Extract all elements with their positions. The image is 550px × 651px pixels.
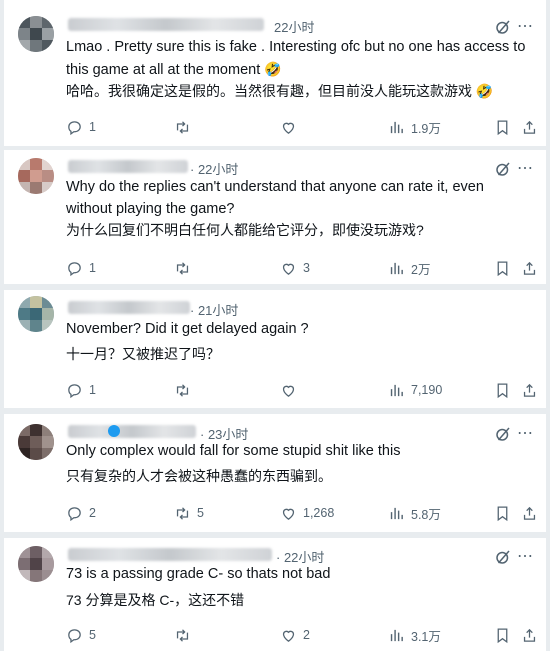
rofl-emoji: 🤣: [475, 83, 494, 99]
reply-icon: [66, 627, 83, 644]
avatar[interactable]: [18, 546, 54, 582]
share-icon: [521, 505, 538, 522]
repost-icon: [174, 382, 191, 399]
verified-badge-icon: [108, 425, 120, 437]
avatar[interactable]: [18, 296, 54, 332]
bookmark-icon: [494, 627, 511, 644]
reply-text: November? Did it get delayed again ?: [66, 321, 309, 337]
username-blurred[interactable]: [68, 160, 188, 173]
views-button[interactable]: 1.9万: [388, 117, 441, 137]
repost-button[interactable]: [174, 117, 197, 137]
bookmark-icon: [494, 260, 511, 277]
bar-chart-icon: [388, 260, 405, 277]
reply-button[interactable]: 1: [66, 380, 96, 400]
bar-chart-icon: [388, 627, 405, 644]
bookmark-button[interactable]: [494, 117, 511, 137]
reply-icon: [66, 260, 83, 277]
timestamp[interactable]: · 21小时: [190, 300, 238, 319]
views-button[interactable]: 3.1万: [388, 625, 441, 645]
repost-icon: [174, 505, 191, 522]
heart-icon: [280, 382, 297, 399]
share-button[interactable]: [521, 625, 538, 645]
like-button[interactable]: [280, 380, 303, 400]
more-options-icon[interactable]: ⋯: [517, 16, 534, 36]
bookmark-icon: [494, 119, 511, 136]
reply-icon: [66, 505, 83, 522]
reply-post-5[interactable]: · 22小时 ⋯ 73 is a passing grade C- so tha…: [4, 538, 546, 651]
reply-button[interactable]: 2: [66, 503, 96, 523]
username-blurred[interactable]: [68, 425, 196, 438]
heart-icon: [280, 260, 297, 277]
like-button[interactable]: 1,268: [280, 503, 334, 523]
avatar[interactable]: [18, 158, 54, 194]
action-bar: 1 1.9万: [66, 117, 532, 137]
share-button[interactable]: [521, 258, 538, 278]
repost-icon: [174, 119, 191, 136]
repost-icon: [174, 260, 191, 277]
reply-text: Why do the replies can't understand that…: [66, 179, 484, 217]
reply-post-4[interactable]: · 23小时 ⋯ Only complex would fall for som…: [4, 414, 546, 532]
username-blurred[interactable]: [68, 18, 264, 31]
share-icon: [521, 260, 538, 277]
bookmark-icon: [494, 505, 511, 522]
share-button[interactable]: [521, 380, 538, 400]
translated-text: 哈哈。我很确定这是假的。当然很有趣，但目前没人能玩这款游戏 🤣: [66, 83, 494, 99]
avatar[interactable]: [18, 16, 54, 52]
username-blurred[interactable]: [68, 301, 190, 314]
heart-icon: [280, 627, 297, 644]
bookmark-button[interactable]: [494, 380, 511, 400]
repost-icon: [174, 627, 191, 644]
bar-chart-icon: [388, 382, 405, 399]
reply-post-1[interactable]: 22小时 ⋯ Lmao . Pretty sure this is fake .…: [4, 0, 546, 146]
more-options-icon[interactable]: ⋯: [517, 158, 534, 178]
reply-text: 73 is a passing grade C- so thats not ba…: [66, 566, 331, 582]
heart-icon: [280, 119, 297, 136]
reply-icon: [66, 382, 83, 399]
reply-button[interactable]: 5: [66, 625, 96, 645]
bookmark-button[interactable]: [494, 625, 511, 645]
like-button[interactable]: 3: [280, 258, 310, 278]
share-button[interactable]: [521, 117, 538, 137]
like-button[interactable]: 2: [280, 625, 310, 645]
share-icon: [521, 627, 538, 644]
timestamp[interactable]: 22小时: [274, 17, 314, 36]
views-button[interactable]: 5.8万: [388, 503, 441, 523]
bar-chart-icon: [388, 505, 405, 522]
bookmark-icon: [494, 382, 511, 399]
translated-text: 73 分算是及格 C-，这还不错: [66, 592, 245, 608]
reply-icon: [66, 119, 83, 136]
repost-button[interactable]: [174, 258, 197, 278]
heart-icon: [280, 505, 297, 522]
avatar[interactable]: [18, 424, 54, 460]
views-button[interactable]: 2万: [388, 258, 430, 278]
grok-icon[interactable]: [494, 18, 512, 36]
bookmark-button[interactable]: [494, 503, 511, 523]
reply-post-2[interactable]: · 22小时 ⋯ Why do the replies can't unders…: [4, 150, 546, 284]
action-bar: 1 7,190: [66, 380, 532, 400]
action-bar: 1 3 2万: [66, 258, 532, 278]
repost-button[interactable]: [174, 625, 197, 645]
reply-text: Lmao . Pretty sure this is fake . Intere…: [66, 39, 526, 78]
like-button[interactable]: [280, 117, 303, 137]
share-icon: [521, 119, 538, 136]
translated-text: 十一月？又被推迟了吗？: [66, 346, 220, 362]
action-bar: 2 5 1,268 5.8万: [66, 503, 532, 523]
bookmark-button[interactable]: [494, 258, 511, 278]
bar-chart-icon: [388, 119, 405, 136]
repost-button[interactable]: 5: [174, 503, 204, 523]
rofl-emoji: 🤣: [264, 61, 282, 77]
repost-button[interactable]: [174, 380, 197, 400]
share-button[interactable]: [521, 503, 538, 523]
action-bar: 5 2 3.1万: [66, 625, 532, 645]
share-icon: [521, 382, 538, 399]
translated-text: 为什么回复们不明白任何人都能给它评分，即使没玩游戏?: [66, 222, 424, 238]
translated-text: 只有复杂的人才会被这种愚蠢的东西骗到。: [66, 468, 332, 484]
views-button[interactable]: 7,190: [388, 380, 442, 400]
reply-post-3[interactable]: · 21小时 November? Did it get delayed agai…: [4, 290, 546, 408]
reply-button[interactable]: 1: [66, 258, 96, 278]
username-blurred[interactable]: [68, 548, 272, 561]
reply-button[interactable]: 1: [66, 117, 96, 137]
reply-text: Only complex would fall for some stupid …: [66, 443, 401, 459]
